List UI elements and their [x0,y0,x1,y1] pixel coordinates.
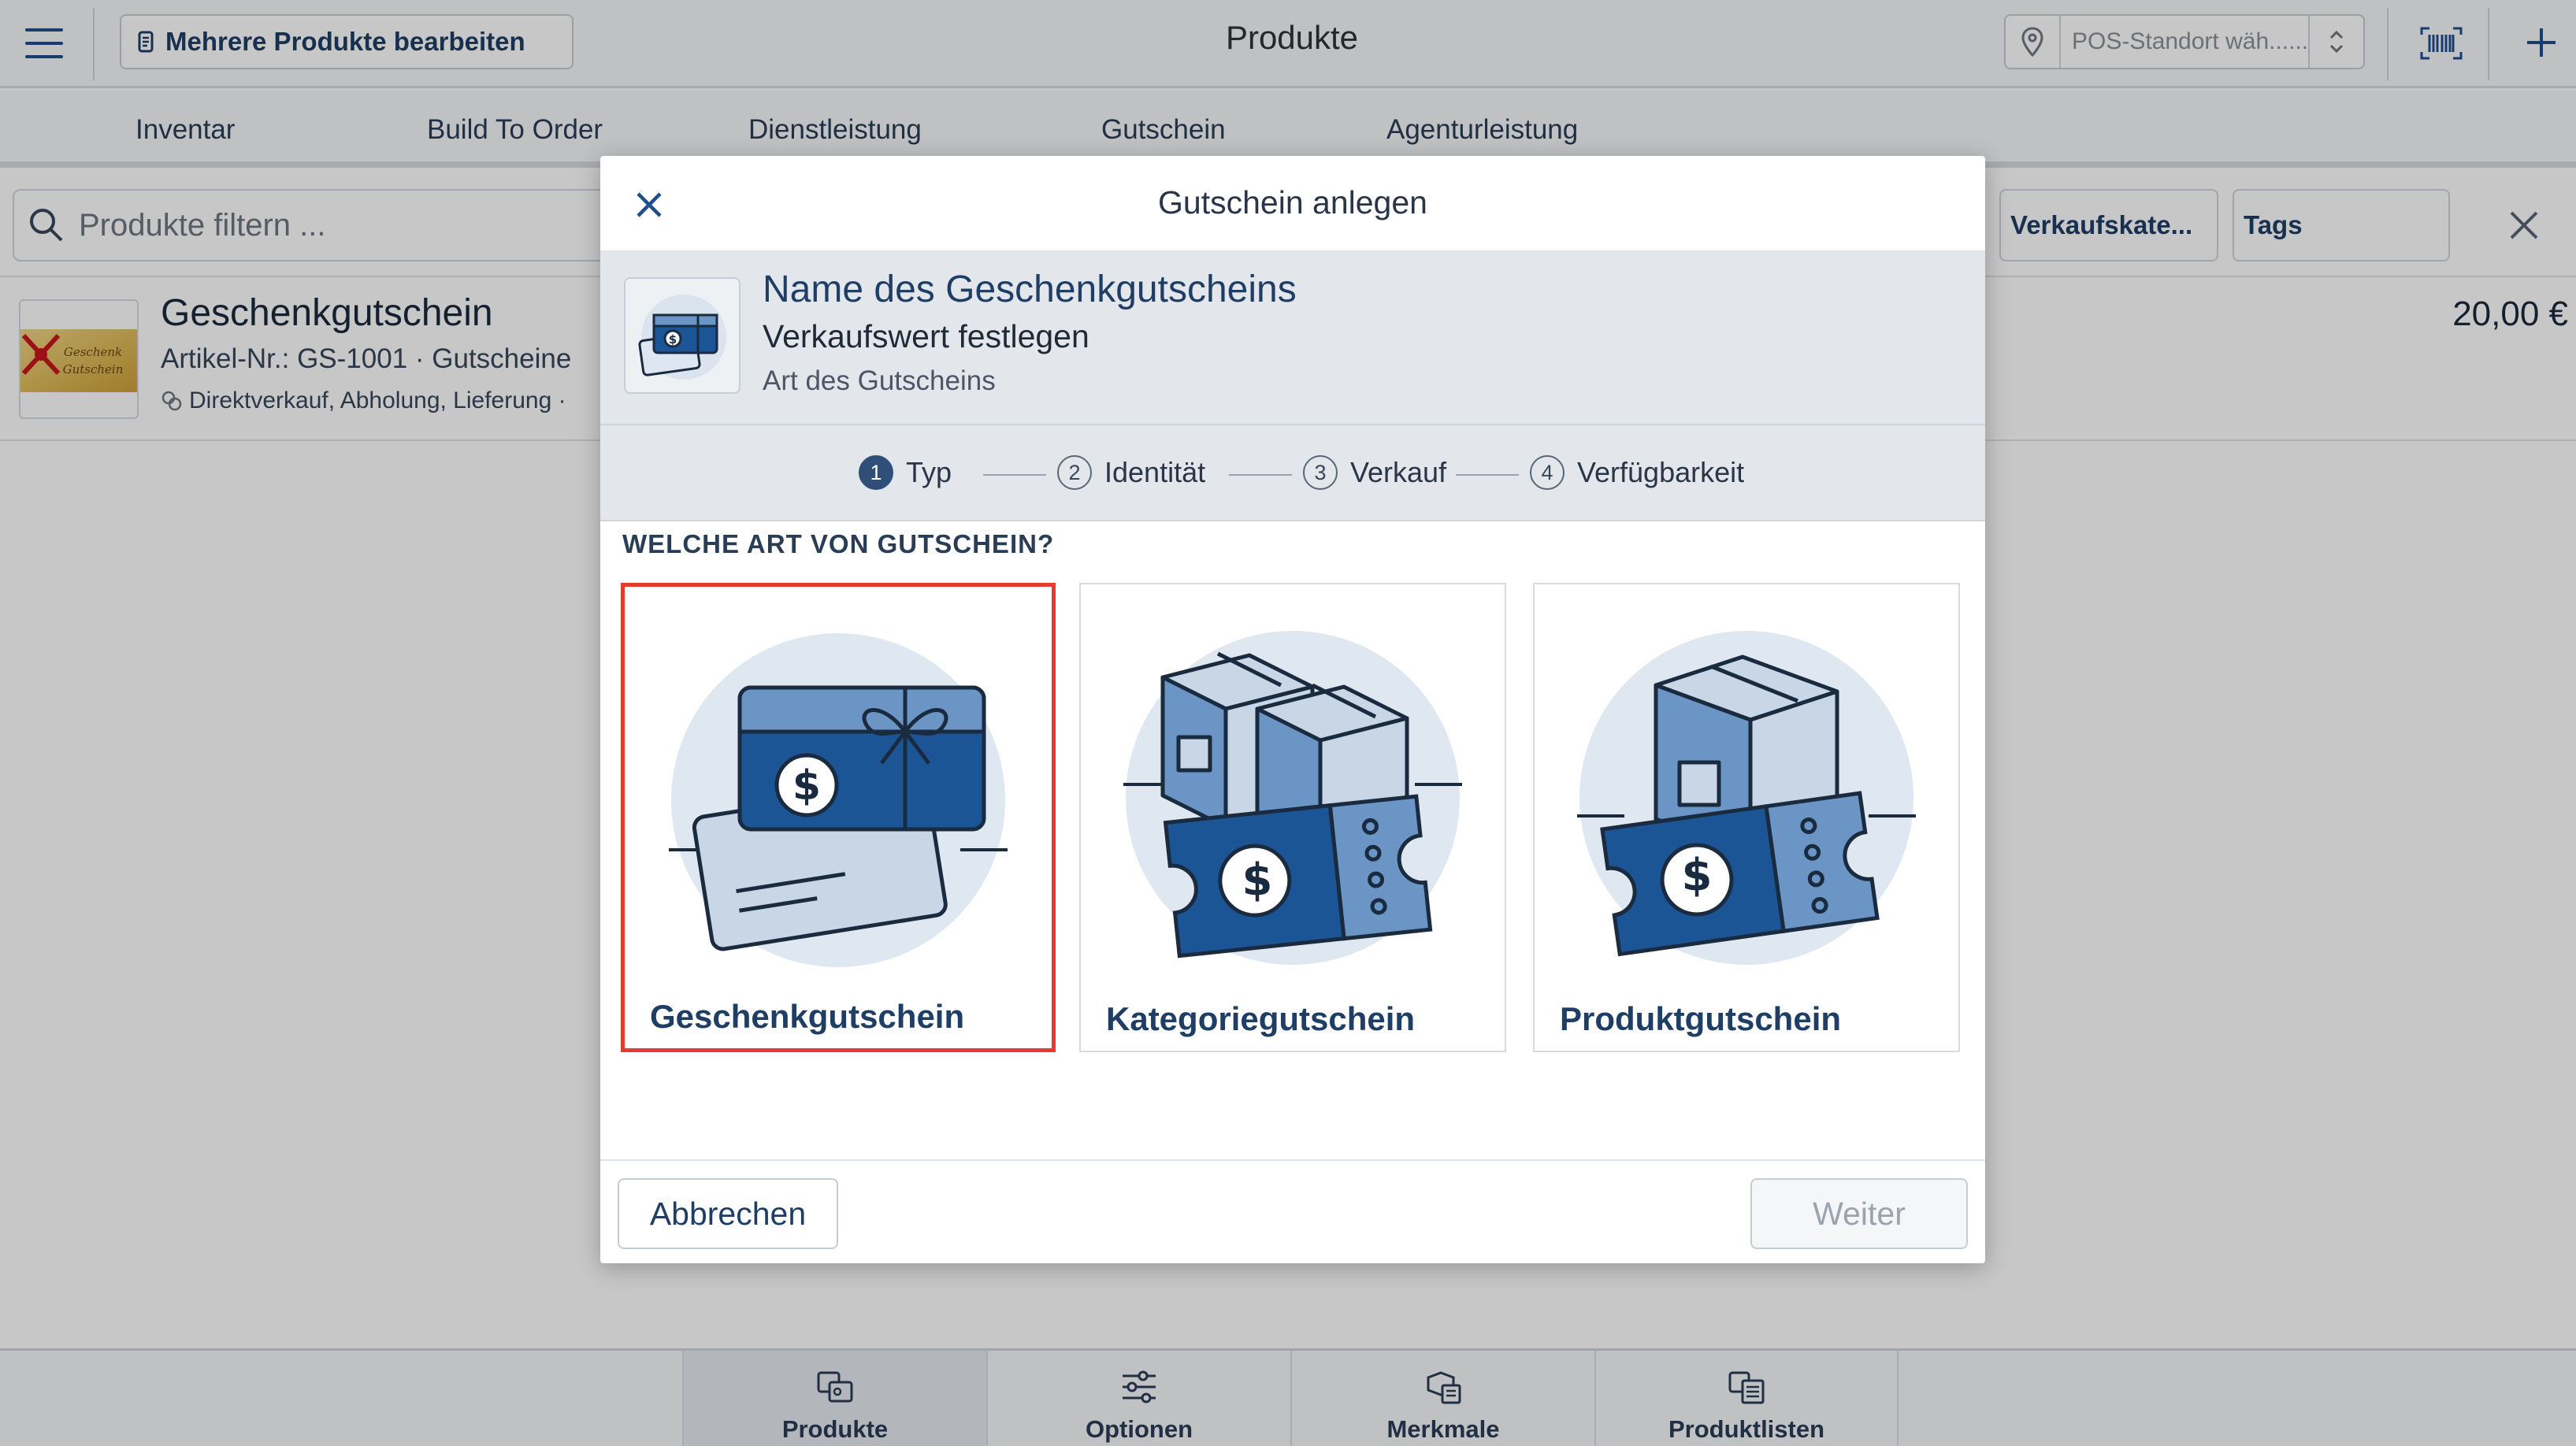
svg-text:$: $ [1242,855,1273,906]
option-label: Kategoriegutschein [1106,1000,1416,1037]
step-verfuegbarkeit: 4 Verfügbarkeit [1530,455,1744,490]
step-number: 3 [1303,455,1338,490]
summary-title: Name des Geschenkgutscheins [763,269,1297,310]
svg-text:$: $ [669,332,677,347]
step-number: 4 [1530,455,1565,490]
voucher-summary: $ Name des Geschenkgutscheins Verkaufswe… [600,252,1985,424]
step-number: 2 [1057,455,1092,490]
step-label: Verkauf [1350,456,1447,488]
svg-text:$: $ [792,762,821,810]
option-geschenkgutschein[interactable]: $ Geschenkgutschein [621,583,1056,1052]
step-verkauf: 3 Verkauf [1303,455,1446,490]
cancel-button[interactable]: Abbrechen [618,1178,838,1249]
step-label: Verfügbarkeit [1577,456,1745,488]
dialog-header: Gutschein anlegen [600,156,1985,252]
step-number: 1 [859,455,893,490]
step-connector [1456,474,1519,476]
next-button[interactable]: Weiter [1750,1178,1968,1249]
step-connector [983,474,1046,476]
product-voucher-illustration: $ [1577,631,1916,965]
voucher-type-question: WELCHE ART VON GUTSCHEIN? [622,529,1055,558]
create-voucher-dialog: Gutschein anlegen $ Name des Geschenkgut… [600,156,1985,1263]
summary-sale-value: Verkaufswert festlegen [763,318,1089,354]
step-label: Identität [1104,456,1206,488]
dialog-title: Gutschein anlegen [1158,184,1427,221]
summary-voucher-type: Art des Gutscheins [763,365,996,396]
gift-voucher-illustration: $ [669,633,1008,967]
gift-card-icon: $ [624,277,741,394]
option-label: Produktgutschein [1560,1000,1842,1037]
option-produktgutschein[interactable]: $ Produktgutschein [1533,583,1960,1052]
step-connector [1229,474,1292,476]
dialog-footer: Abbrechen Weiter [600,1159,1985,1263]
step-identitaet: 2 Identität [1057,455,1205,490]
category-voucher-illustration: $ [1123,631,1462,965]
wizard-steps: 1 Typ 2 Identität 3 Verkauf 4 Verfügbark… [600,424,1985,521]
step-label: Typ [906,456,952,488]
option-label: Geschenkgutschein [650,998,965,1035]
option-kategoriegutschein[interactable]: $ Kategoriegutschein [1079,583,1506,1052]
svg-text:$: $ [1682,850,1713,901]
step-typ: 1 Typ [859,455,952,490]
